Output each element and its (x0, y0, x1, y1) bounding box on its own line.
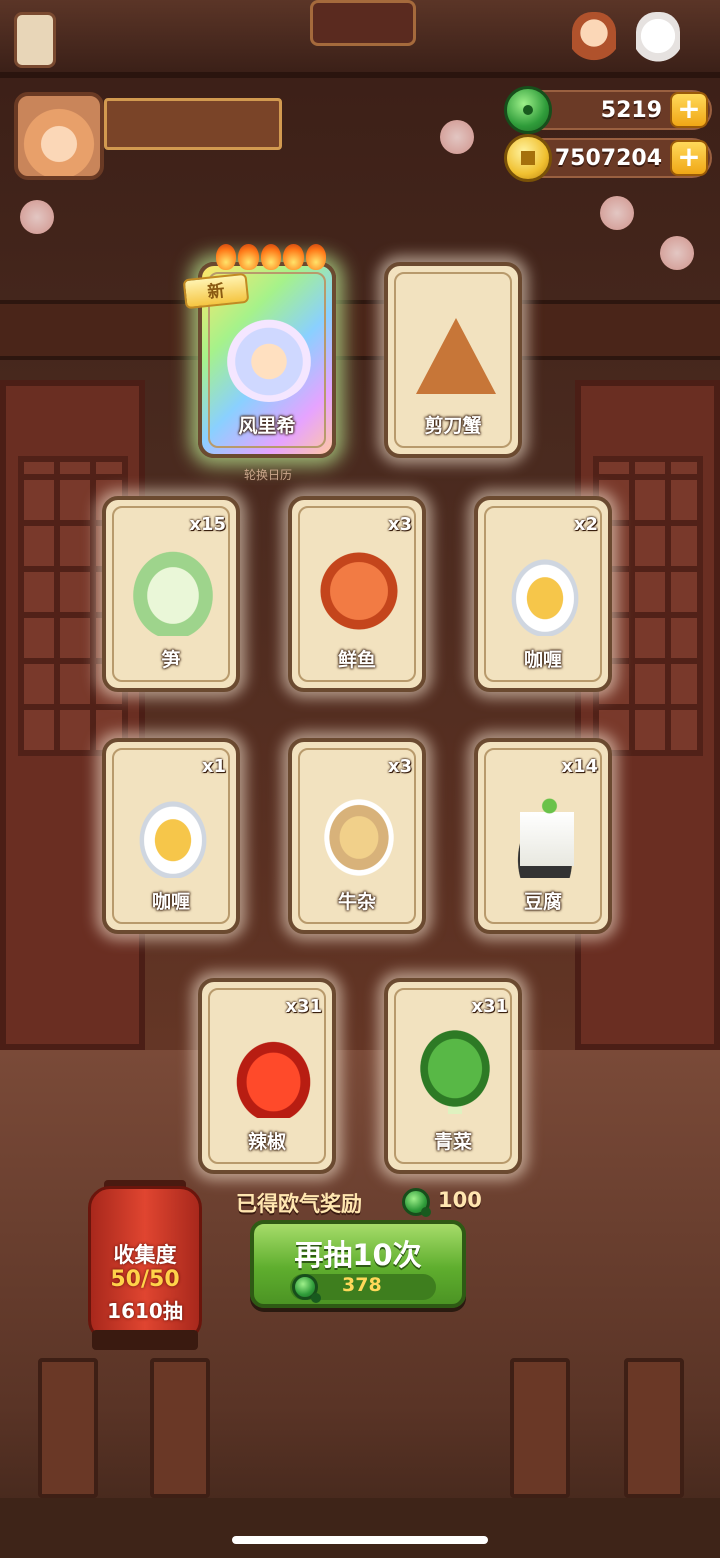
draw-cost: 378 (342, 1274, 382, 1296)
card-count: x1 (201, 756, 226, 777)
curry-icon (500, 546, 590, 636)
coin-currency: 7507204 + (504, 134, 712, 182)
card-count: x3 (387, 514, 412, 535)
scissor-crab-icon (410, 312, 500, 402)
curry-icon (128, 788, 218, 878)
wooden-beam (0, 300, 720, 360)
portrait-frame-icon[interactable] (310, 0, 416, 46)
calendar-label: 轮换日历 (244, 468, 293, 482)
collection-draws: 1610抽 (107, 1299, 183, 1323)
lantern-base (92, 1330, 198, 1350)
reward-value: 100 (438, 1188, 482, 1212)
left-lattice-door (0, 380, 145, 1050)
player-avatar[interactable] (14, 92, 104, 180)
chili-icon (224, 1028, 314, 1118)
card-count: x14 (561, 756, 598, 777)
draw-again-button[interactable]: 再抽10次 378 (250, 1220, 466, 1308)
flame-icon (260, 244, 282, 270)
reward-label: 已得欧气奖励 (236, 1192, 362, 1216)
jade-icon (292, 1274, 321, 1303)
flame-icon (305, 244, 327, 270)
coin-icon (504, 134, 552, 182)
cat-icon[interactable] (636, 12, 680, 72)
draw-button-label: 再抽10次 (294, 1238, 422, 1272)
new-badge: 新 (182, 272, 250, 310)
card-count: x31 (285, 996, 322, 1017)
bamboo-shoot-icon (128, 546, 218, 636)
coin-value: 7507204 (554, 146, 662, 171)
collection-progress: 50/50 (110, 1267, 180, 1292)
flame-icon (216, 244, 237, 270)
fence-post (150, 1358, 210, 1498)
collection-label: 收集度 (113, 1243, 177, 1267)
card-label: 咖喱 (523, 649, 562, 671)
rarity-flames (216, 244, 327, 274)
card-label: 笋 (161, 649, 181, 671)
add-jade-button[interactable]: + (670, 92, 708, 128)
card-fish[interactable]: x3 鲜鱼 (288, 496, 426, 692)
right-lattice-door (575, 380, 720, 1050)
card-curry[interactable]: x1 咖喱 (102, 738, 240, 934)
card-featured-character[interactable]: 新 风里希 (182, 244, 336, 458)
card-label: 剪刀蟹 (424, 415, 482, 437)
card-curry[interactable]: x2 咖喱 (474, 496, 612, 692)
card-tofu[interactable]: x14 豆腐 (474, 738, 612, 934)
jade-value: 5219 (600, 98, 662, 123)
home-indicator[interactable] (232, 1536, 488, 1544)
player-name-box (104, 98, 282, 150)
card-bamboo-shoot[interactable]: x15 笋 (102, 496, 240, 692)
fence-post (624, 1358, 684, 1498)
jade-icon (402, 1188, 431, 1217)
jade-currency: 5219 + (504, 86, 712, 134)
card-label: 青菜 (433, 1131, 472, 1153)
blossom-icon (660, 236, 694, 270)
scroll-menu-icon[interactable] (14, 12, 56, 68)
flame-icon (238, 244, 259, 270)
fence-post (510, 1358, 570, 1498)
card-label: 牛杂 (337, 891, 376, 913)
character-icon[interactable] (572, 12, 616, 72)
card-beef-offal[interactable]: x3 牛杂 (288, 738, 426, 934)
card-count: x15 (189, 514, 226, 535)
bottom-bar (0, 1498, 720, 1558)
card-count: x3 (387, 756, 412, 777)
beef-offal-icon (314, 788, 404, 878)
card-count: x31 (471, 996, 508, 1017)
card-label: 辣椒 (247, 1131, 286, 1153)
fish-icon (314, 546, 404, 636)
greens-icon (410, 1028, 500, 1118)
card-chili[interactable]: x31 辣椒 (198, 978, 336, 1174)
tofu-icon (500, 788, 590, 878)
collection-lantern[interactable]: 收集度 50/50 1610抽 (88, 1186, 202, 1342)
add-coin-button[interactable]: + (670, 140, 708, 176)
jade-icon (504, 86, 552, 134)
card-label: 豆腐 (523, 891, 562, 913)
flame-icon (283, 244, 304, 270)
character-portrait-icon (224, 312, 314, 402)
card-scissor-crab[interactable]: 剪刀蟹 (384, 262, 522, 458)
fence-post (38, 1358, 98, 1498)
card-label: 鲜鱼 (337, 649, 376, 671)
card-label: 咖喱 (151, 891, 190, 913)
card-label: 风里希 (238, 415, 296, 437)
card-greens[interactable]: x31 青菜 (384, 978, 522, 1174)
blossom-icon (600, 196, 634, 230)
blossom-icon (440, 120, 474, 154)
card-count: x2 (573, 514, 598, 535)
blossom-icon (20, 200, 54, 234)
